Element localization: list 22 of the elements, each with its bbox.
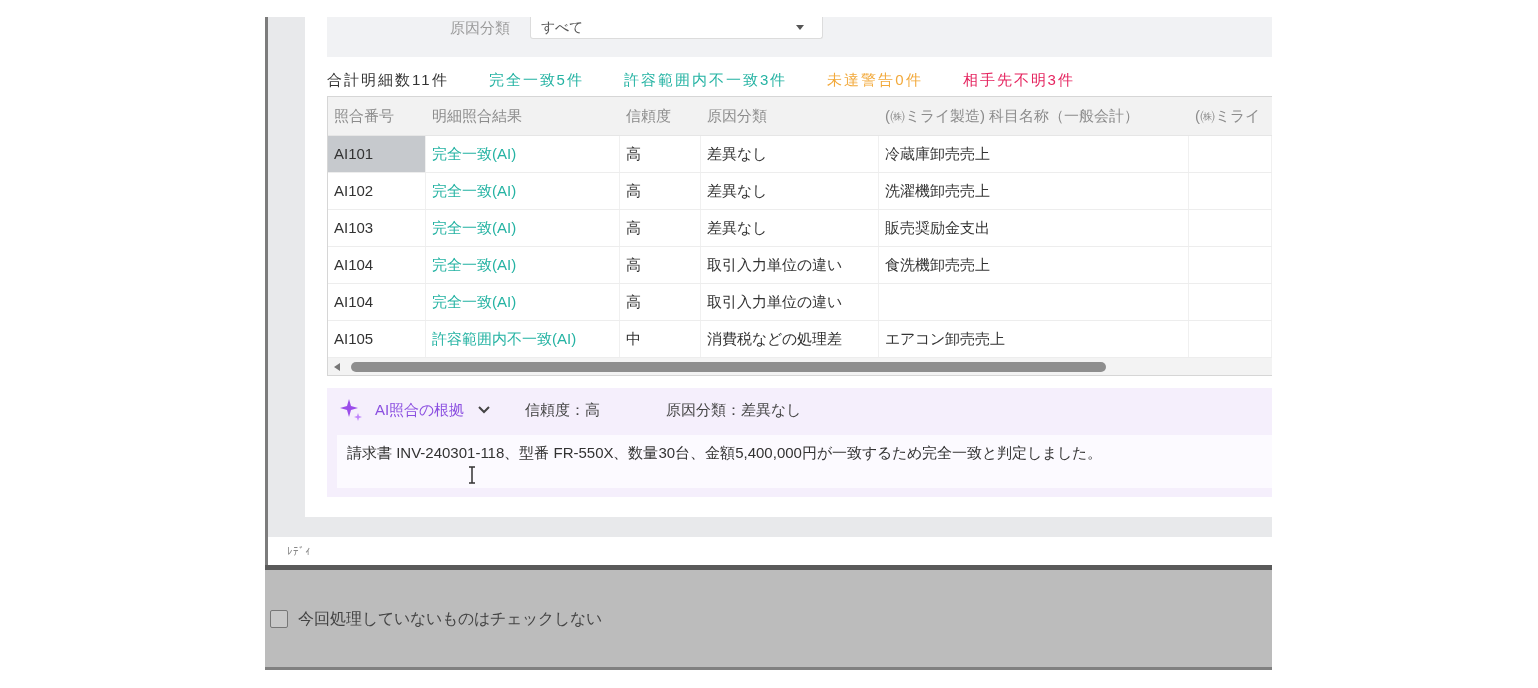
table-cell[interactable]: AI101	[328, 136, 426, 172]
text-cursor-icon	[468, 466, 476, 484]
status-text: ﾚﾃﾞｨ	[287, 543, 311, 559]
summary-count: 許容範囲内不一致3件	[623, 70, 788, 90]
summary-count: 未達警告0件	[827, 70, 923, 90]
filter-label: 原因分類	[450, 18, 510, 38]
checkbox[interactable]	[270, 609, 288, 628]
sparkle-icon	[340, 399, 362, 421]
checkbox-label: 今回処理していないものはチェックしない	[298, 608, 602, 629]
cause-label: 原因分類：差異なし	[666, 399, 802, 420]
reason-text: 請求書 INV-240301-118、型番 FR-550X、数量30台、金額5,400,000円が一致するため完全一致と判定しました。	[347, 443, 1103, 463]
horizontal-scrollbar[interactable]	[328, 358, 1272, 375]
summary-count: 合計明細数11件	[327, 70, 449, 90]
summary-count: 相手先不明3件	[962, 70, 1075, 90]
confidence-label: 信頼度：高	[525, 399, 601, 420]
scroll-left-icon[interactable]	[334, 362, 340, 371]
cause-dropdown[interactable]: すべて	[530, 17, 823, 39]
reason-title[interactable]: AI照合の根拠	[375, 398, 465, 422]
scrollbar-thumb[interactable]	[351, 361, 1106, 372]
summary-count: 完全一致5件	[488, 70, 584, 90]
dropdown-caret-icon	[796, 25, 804, 30]
chevron-down-icon	[478, 406, 491, 414]
